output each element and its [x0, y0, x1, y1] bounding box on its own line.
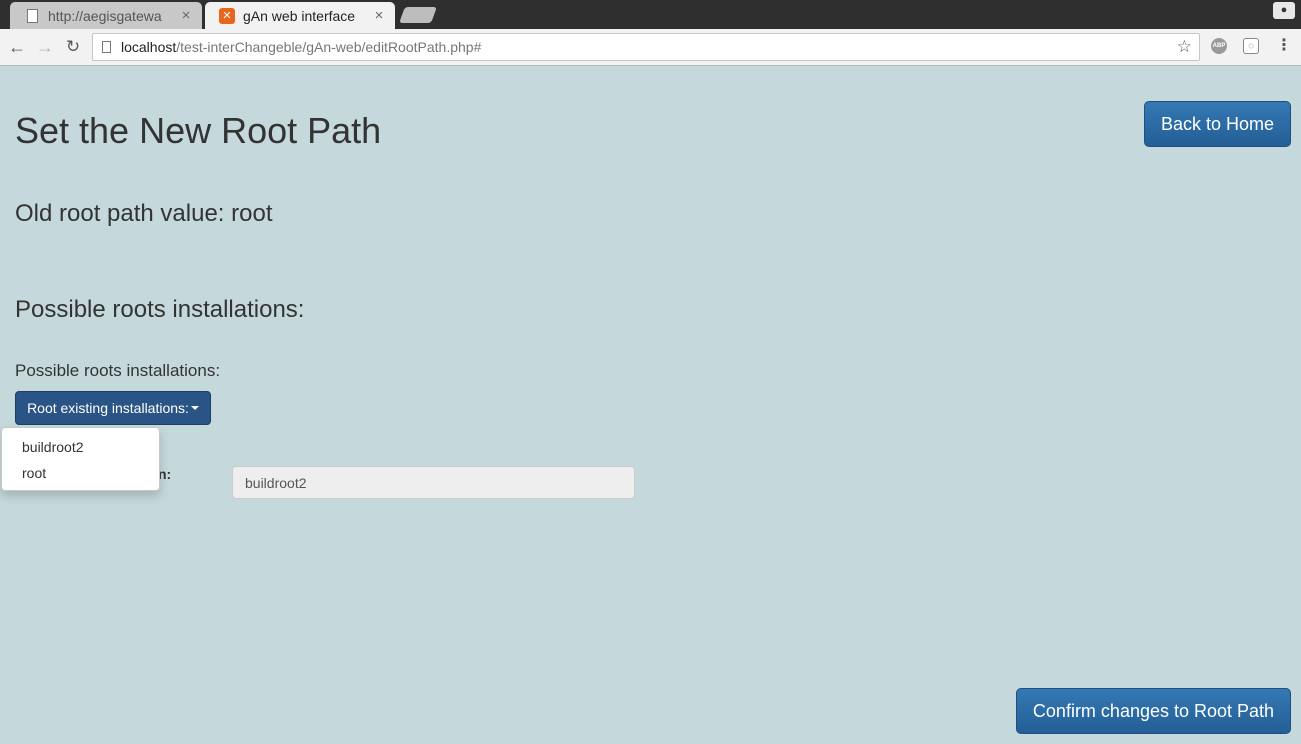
page-title: Set the New Root Path [15, 110, 382, 151]
new-tab-button[interactable] [399, 7, 437, 23]
section-heading: Possible roots installations: [15, 296, 305, 323]
installations-dropdown-menu: buildroot2 root [1, 427, 160, 491]
root-path-input-value: buildroot2 [245, 474, 307, 491]
bookmark-star-icon[interactable]: ☆ [1177, 37, 1192, 57]
reload-icon[interactable]: ↻ [62, 37, 84, 59]
tab-strip: http://aegisgatewa × ✕ gAn web interface… [0, 0, 1301, 29]
confirm-root-path-button[interactable]: Confirm changes to Root Path [1016, 688, 1291, 734]
tab-title: gAn web interface [243, 7, 356, 24]
url-host: localhost [121, 39, 177, 55]
more-menu-icon[interactable]: ⋮ [1276, 37, 1292, 57]
dropdown-item-buildroot2[interactable]: buildroot2 [2, 434, 159, 460]
caret-down-icon [190, 406, 199, 410]
page-info-icon[interactable] [102, 41, 111, 53]
close-icon[interactable]: × [178, 7, 194, 24]
forward-arrow-icon[interactable]: → [34, 37, 56, 59]
extension-cube-icon[interactable]: ⬡ [1243, 38, 1259, 54]
adblock-plus-icon[interactable]: ABP [1211, 38, 1227, 54]
back-arrow-icon[interactable]: ← [6, 37, 28, 59]
close-icon[interactable]: × [371, 7, 387, 24]
tab-title: http://aegisgatewa [48, 7, 162, 24]
url-path: /test-interChangeble/gAn-web/editRootPat… [176, 39, 482, 55]
tab-aegisgateway[interactable]: http://aegisgatewa × [10, 2, 202, 29]
profile-icon[interactable]: ● [1273, 2, 1295, 19]
installations-label: Possible roots installations: [15, 361, 221, 380]
document-icon [24, 8, 40, 24]
root-path-input[interactable]: buildroot2 [232, 466, 635, 499]
back-to-home-button[interactable]: Back to Home [1144, 101, 1291, 147]
old-root-path-value: Old root path value: root [15, 200, 273, 227]
tab-gan-web-interface[interactable]: ✕ gAn web interface × [205, 2, 395, 29]
dropdown-button-label: Root existing installations: [27, 400, 189, 416]
xampp-icon: ✕ [219, 7, 235, 24]
browser-toolbar: ← → ↻ localhost/test-interChangeble/gAn-… [0, 29, 1301, 66]
dropdown-item-root[interactable]: root [2, 460, 159, 486]
address-bar[interactable]: localhost/test-interChangeble/gAn-web/ed… [92, 33, 1200, 61]
root-installations-dropdown[interactable]: Root existing installations: [15, 391, 211, 425]
